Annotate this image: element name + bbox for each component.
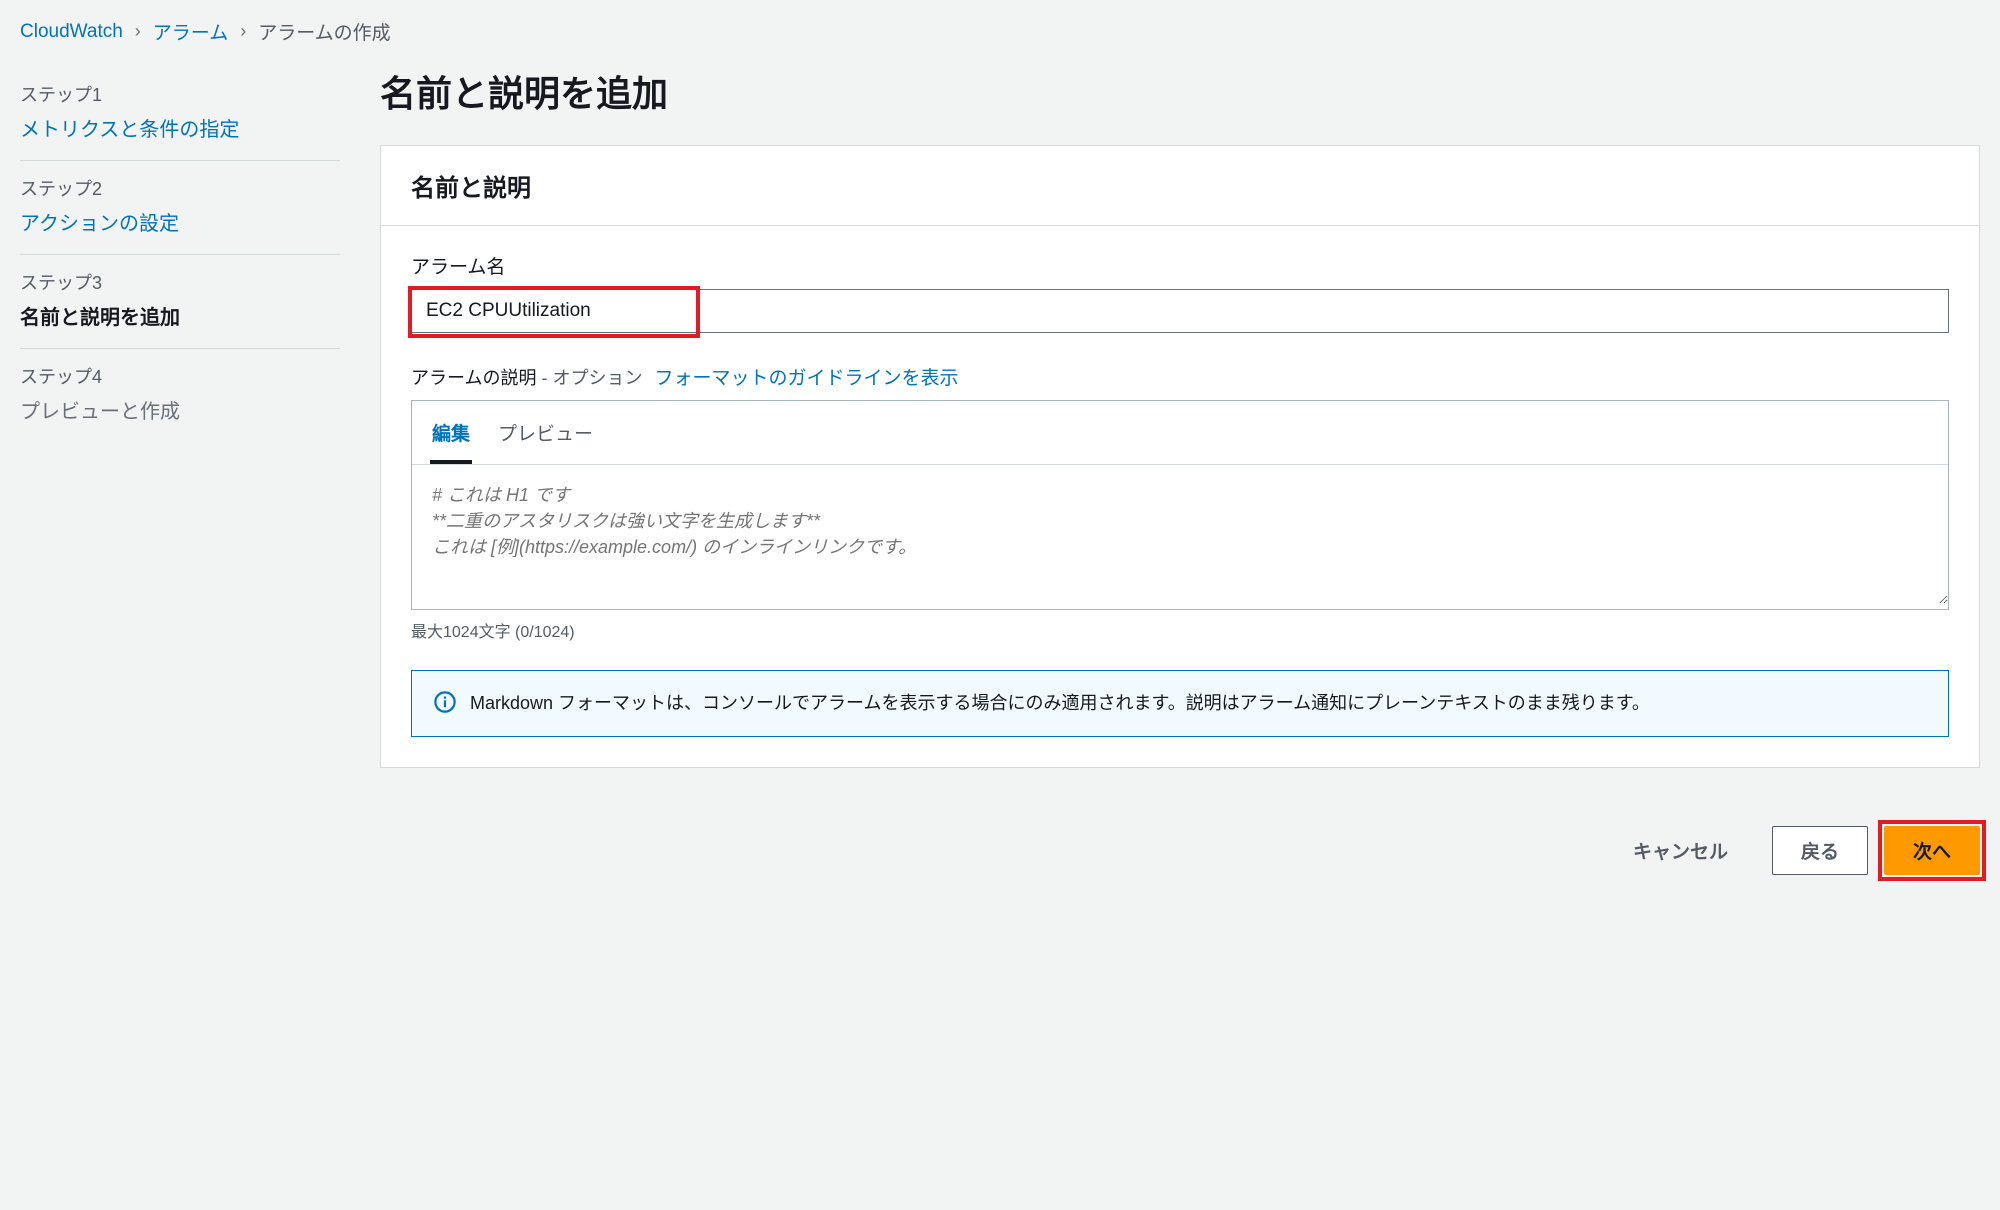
- step-label: ステップ3: [20, 269, 340, 295]
- description-editor: 編集 プレビュー: [411, 400, 1949, 610]
- char-count: 最大1024文字 (0/1024): [411, 618, 1949, 642]
- alarm-name-input[interactable]: [411, 289, 1949, 333]
- footer-actions: キャンセル 戻る 次へ: [0, 798, 2000, 895]
- chevron-right-icon: ›: [240, 21, 246, 42]
- step-title: 名前と説明を追加: [20, 301, 340, 330]
- info-box: Markdown フォーマットは、コンソールでアラームを表示する場合にのみ適用さ…: [411, 670, 1949, 737]
- info-icon: [434, 691, 456, 718]
- back-button[interactable]: 戻る: [1772, 826, 1868, 875]
- page-title: 名前と説明を追加: [380, 65, 1980, 117]
- info-text: Markdown フォーマットは、コンソールでアラームを表示する場合にのみ適用さ…: [470, 689, 1650, 718]
- breadcrumb-current: アラームの作成: [258, 18, 390, 45]
- tab-edit[interactable]: 編集: [430, 413, 472, 464]
- breadcrumb: CloudWatch › アラーム › アラームの作成: [0, 0, 2000, 57]
- step-title: アクションの設定: [20, 207, 340, 236]
- step-3: ステップ3 名前と説明を追加: [20, 255, 340, 349]
- panel-header: 名前と説明: [381, 146, 1979, 226]
- step-2[interactable]: ステップ2 アクションの設定: [20, 161, 340, 255]
- wizard-steps: ステップ1 メトリクスと条件の指定 ステップ2 アクションの設定 ステップ3 名…: [20, 57, 340, 798]
- step-label: ステップ1: [20, 81, 340, 107]
- step-4: ステップ4 プレビューと作成: [20, 349, 340, 442]
- alarm-desc-label: アラームの説明 - オプション: [411, 364, 642, 390]
- step-label: ステップ2: [20, 175, 340, 201]
- cancel-button[interactable]: キャンセル: [1605, 827, 1756, 874]
- next-button[interactable]: 次へ: [1884, 826, 1980, 875]
- breadcrumb-alarms[interactable]: アラーム: [153, 18, 228, 45]
- step-1[interactable]: ステップ1 メトリクスと条件の指定: [20, 67, 340, 161]
- step-title: メトリクスと条件の指定: [20, 113, 340, 142]
- name-description-panel: 名前と説明 アラーム名 アラームの説明 - オプション: [380, 145, 1980, 768]
- alarm-name-label: アラーム名: [411, 252, 1949, 279]
- format-guideline-link[interactable]: フォーマットのガイドラインを表示: [654, 363, 958, 390]
- chevron-right-icon: ›: [135, 21, 141, 42]
- tab-preview[interactable]: プレビュー: [496, 413, 595, 464]
- breadcrumb-cloudwatch[interactable]: CloudWatch: [20, 21, 123, 43]
- alarm-description-textarea[interactable]: [412, 464, 1948, 604]
- step-title: プレビューと作成: [20, 395, 340, 424]
- step-label: ステップ4: [20, 363, 340, 389]
